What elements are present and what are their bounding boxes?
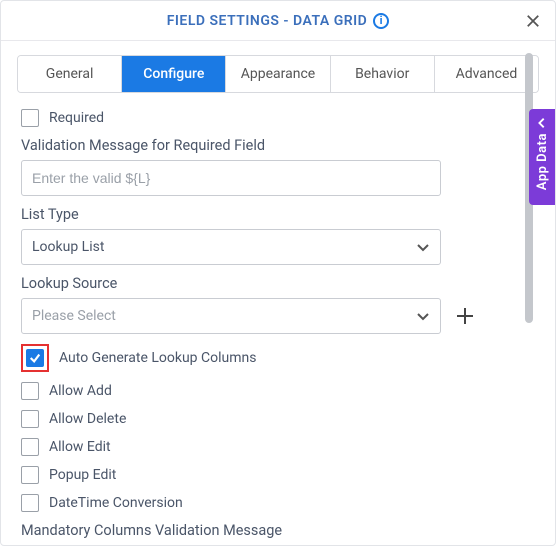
allow-delete-checkbox[interactable] (21, 410, 39, 428)
tabs-container: General Configure Appearance Behavior Ad… (1, 41, 555, 93)
auto-generate-checkbox[interactable] (26, 349, 44, 367)
allow-edit-checkbox[interactable] (21, 438, 39, 456)
tab-general[interactable]: General (18, 56, 122, 92)
popup-edit-checkbox[interactable] (21, 466, 39, 484)
form-body: Required Validation Message for Required… (1, 93, 555, 545)
validation-message-input[interactable] (21, 160, 441, 196)
auto-generate-label: Auto Generate Lookup Columns (59, 350, 256, 366)
list-type-value: Lookup List (32, 239, 104, 255)
modal-header: FIELD SETTINGS - DATA GRID i (1, 1, 555, 41)
tabs: General Configure Appearance Behavior Ad… (17, 55, 539, 93)
lookup-source-label: Lookup Source (21, 275, 535, 292)
field-settings-modal: FIELD SETTINGS - DATA GRID i General Con… (0, 0, 556, 546)
app-data-label: App Data (535, 133, 550, 190)
tab-behavior[interactable]: Behavior (331, 56, 435, 92)
auto-generate-row: Auto Generate Lookup Columns (21, 344, 535, 372)
allow-add-row: Allow Add (21, 382, 535, 400)
required-label: Required (49, 110, 104, 126)
validation-message-label: Validation Message for Required Field (21, 137, 535, 154)
tab-configure[interactable]: Configure (122, 56, 226, 92)
allow-add-checkbox[interactable] (21, 382, 39, 400)
allow-edit-label: Allow Edit (49, 439, 111, 455)
popup-edit-label: Popup Edit (49, 467, 116, 483)
mandatory-columns-label: Mandatory Columns Validation Message (21, 522, 535, 539)
popup-edit-row: Popup Edit (21, 466, 535, 484)
required-row: Required (21, 109, 535, 127)
allow-edit-row: Allow Edit (21, 438, 535, 456)
chevron-down-icon (416, 240, 430, 254)
info-icon[interactable]: i (373, 13, 389, 29)
close-button[interactable] (521, 9, 545, 33)
datetime-conversion-checkbox[interactable] (21, 494, 39, 512)
options-list: Auto Generate Lookup Columns Allow Add A… (21, 344, 535, 512)
plus-icon (455, 306, 475, 326)
list-type-label: List Type (21, 206, 535, 223)
chevron-left-icon (536, 117, 548, 129)
datetime-conversion-row: DateTime Conversion (21, 494, 535, 512)
chevron-down-icon (416, 309, 430, 323)
list-type-select[interactable]: Lookup List (21, 229, 441, 265)
allow-add-label: Allow Add (49, 383, 112, 399)
app-data-side-tab[interactable]: App Data (529, 109, 555, 205)
tab-advanced[interactable]: Advanced (435, 56, 538, 92)
allow-delete-row: Allow Delete (21, 410, 535, 428)
allow-delete-label: Allow Delete (49, 411, 126, 427)
required-checkbox[interactable] (21, 109, 39, 127)
lookup-source-select[interactable]: Please Select (21, 298, 441, 334)
close-icon (526, 14, 540, 28)
modal-title: FIELD SETTINGS - DATA GRID (167, 13, 368, 29)
datetime-conversion-label: DateTime Conversion (49, 495, 183, 511)
lookup-source-placeholder: Please Select (32, 308, 116, 324)
tab-appearance[interactable]: Appearance (226, 56, 330, 92)
add-lookup-source-button[interactable] (453, 304, 477, 328)
